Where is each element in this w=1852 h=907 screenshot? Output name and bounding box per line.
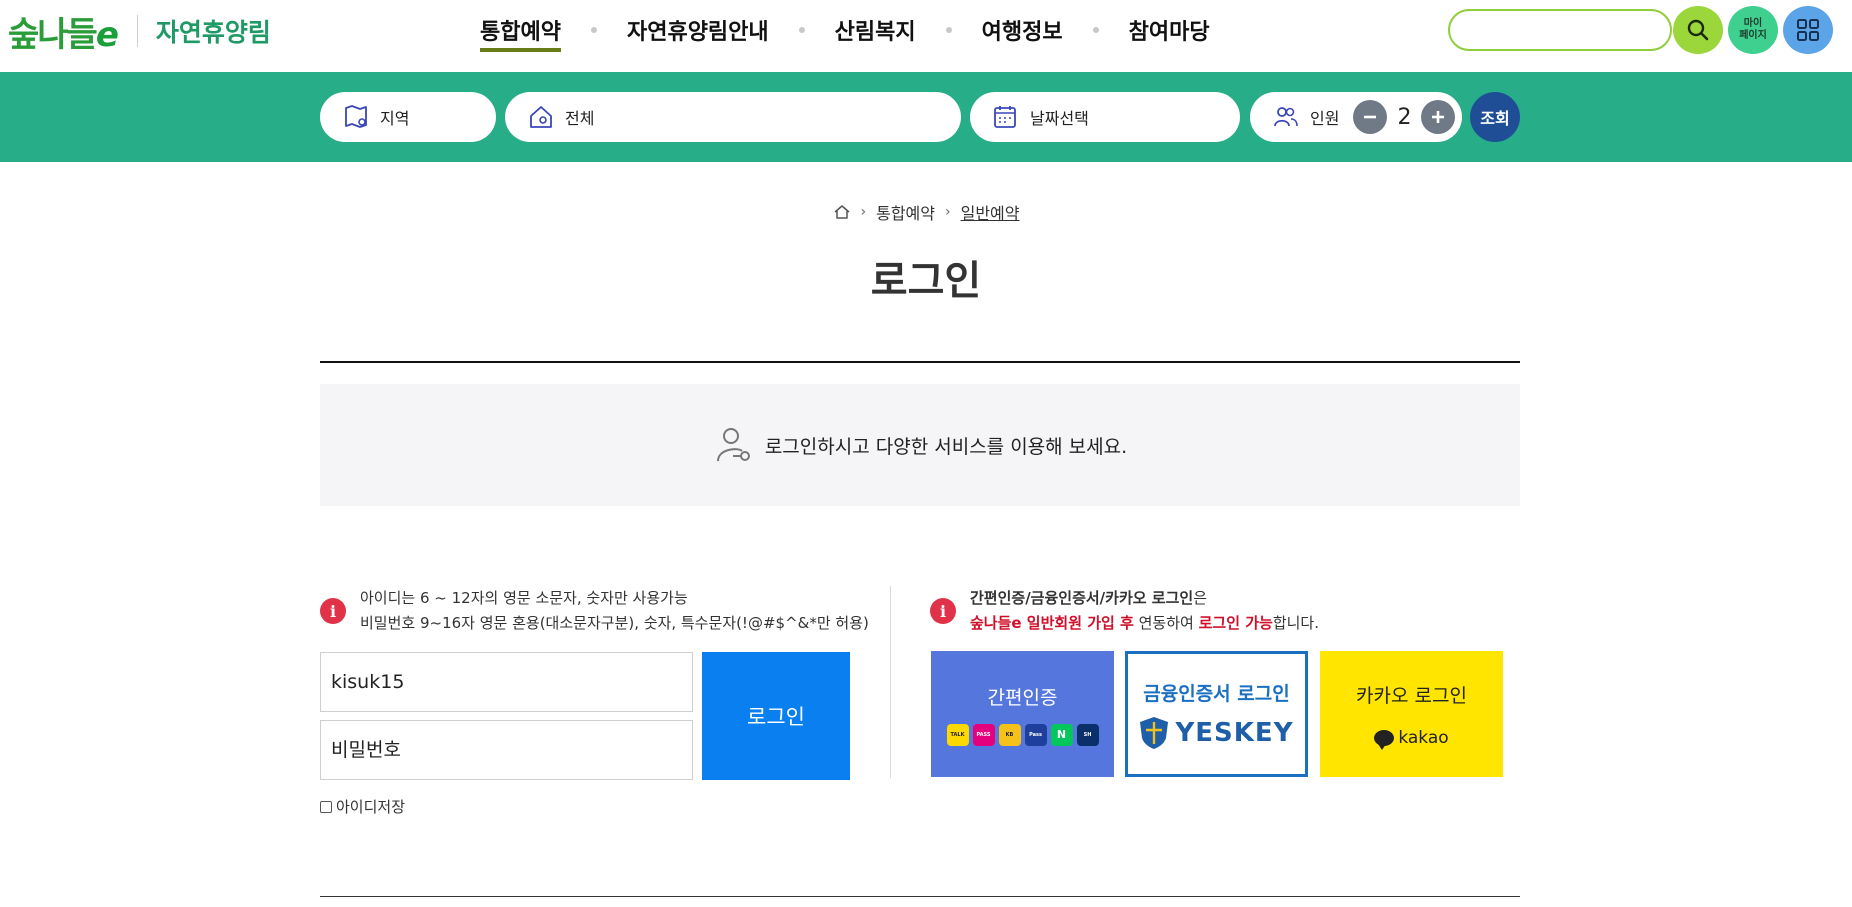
kakao-logo: kakao bbox=[1374, 727, 1449, 750]
map-icon bbox=[342, 103, 370, 131]
breadcrumb-current[interactable]: 일반예약 bbox=[961, 200, 1020, 224]
simple-auth-login-button[interactable]: 간편인증 TALK PASS KB Pass N SH bbox=[931, 651, 1114, 777]
financial-cert-label: 금융인증서 로그인 bbox=[1143, 682, 1290, 705]
info-icon: i bbox=[930, 598, 956, 624]
user-key-icon bbox=[713, 423, 757, 467]
kakao-talk-icon: TALK bbox=[946, 723, 969, 746]
login-rule-info: i 아이디는 6 ~ 12자의 영문 소문자, 숫자만 사용가능 비밀번호 9~… bbox=[320, 586, 869, 636]
site-header: 숲나들e 자연휴양림 통합예약 자연휴양림안내 산림복지 여행정보 참여마당 마… bbox=[0, 0, 1852, 72]
people-selector: 인원 2 bbox=[1250, 92, 1462, 142]
info-icon: i bbox=[320, 598, 346, 624]
search-icon bbox=[1687, 19, 1709, 41]
plus-icon bbox=[1432, 111, 1445, 123]
kakao-word: kakao bbox=[1398, 727, 1449, 748]
nav-item-forest-welfare[interactable]: 산림복지 bbox=[835, 0, 916, 60]
yeskey-word: YESKEY bbox=[1175, 717, 1294, 748]
pass-icon: PASS bbox=[972, 723, 995, 746]
login-rule-line1: 아이디는 6 ~ 12자의 영문 소문자, 숫자만 사용가능 bbox=[360, 589, 688, 607]
alt-login-info: i 간편인증/금융인증서/카카오 로그인은 숲나들e 일반회원 가입 후 연동하… bbox=[930, 586, 1319, 636]
nav-separator-dot bbox=[1092, 27, 1099, 33]
reservation-search-bar: 지역 전체 날짜선택 인원 2 조회 bbox=[0, 72, 1852, 162]
save-id-checkbox[interactable] bbox=[320, 800, 332, 813]
shinhan-icon: SH bbox=[1076, 723, 1099, 746]
header-search-input[interactable] bbox=[1462, 11, 1632, 49]
chevron-right-icon: › bbox=[945, 204, 951, 220]
nav-separator-dot bbox=[945, 27, 952, 33]
date-select[interactable]: 날짜선택 bbox=[970, 92, 1240, 142]
payco-pass-icon: Pass bbox=[1024, 723, 1047, 746]
header-search-button[interactable] bbox=[1673, 6, 1723, 54]
header-search-box bbox=[1448, 9, 1672, 51]
grid-menu-icon bbox=[1797, 19, 1819, 41]
people-count: 2 bbox=[1397, 104, 1412, 130]
chevron-right-icon: › bbox=[860, 204, 867, 220]
nav-separator-dot bbox=[590, 27, 597, 33]
logo-divider bbox=[136, 15, 138, 47]
user-id-input[interactable] bbox=[331, 671, 671, 693]
kakao-login-label: 카카오 로그인 bbox=[1356, 684, 1467, 707]
login-rule-line2: 비밀번호 9~16자 영문 혼용(대소문자구분), 숫자, 특수문자(!@#$^… bbox=[360, 614, 869, 632]
breadcrumb-level1[interactable]: 통합예약 bbox=[876, 200, 935, 224]
query-button[interactable]: 조회 bbox=[1470, 92, 1520, 142]
people-label: 인원 bbox=[1310, 109, 1340, 128]
login-section-divider bbox=[890, 586, 891, 778]
yeskey-shield-icon bbox=[1140, 716, 1169, 749]
calendar-icon bbox=[992, 103, 1020, 131]
facility-label: 전체 bbox=[565, 109, 595, 128]
all-menu-button[interactable] bbox=[1783, 6, 1833, 54]
password-field-wrapper bbox=[320, 720, 693, 780]
decrease-people-button[interactable] bbox=[1353, 100, 1388, 134]
my-page-button[interactable]: 마이 페이지 bbox=[1728, 6, 1778, 54]
logo-mark: 숲나들e bbox=[8, 14, 119, 55]
section-top-divider bbox=[320, 361, 1520, 363]
nav-item-participation[interactable]: 참여마당 bbox=[1129, 0, 1210, 60]
yeskey-logo: YESKEY bbox=[1139, 716, 1293, 750]
section-bottom-divider bbox=[320, 896, 1520, 897]
kb-icon: KB bbox=[998, 723, 1021, 746]
password-input[interactable] bbox=[331, 739, 671, 761]
facility-select[interactable]: 전체 bbox=[505, 92, 961, 142]
login-button[interactable]: 로그인 bbox=[702, 652, 850, 780]
site-logo[interactable]: 숲나들e 자연휴양림 bbox=[8, 6, 271, 56]
page-title: 로그인 bbox=[870, 258, 982, 304]
date-label: 날짜선택 bbox=[1030, 109, 1089, 128]
region-label: 지역 bbox=[380, 109, 410, 128]
increase-people-button[interactable] bbox=[1421, 100, 1456, 134]
login-notice-box: 로그인하시고 다양한 서비스를 이용해 보세요. bbox=[320, 384, 1520, 506]
my-page-label-line1: 마이 bbox=[1743, 18, 1763, 29]
region-select[interactable]: 지역 bbox=[320, 92, 496, 142]
nav-item-integrated-reservation[interactable]: 통합예약 bbox=[480, 0, 561, 60]
nav-separator-dot bbox=[798, 27, 805, 33]
my-page-label-line2: 페이지 bbox=[1739, 30, 1767, 41]
alt-login-info-line1: 간편인증/금융인증서/카카오 로그인은 bbox=[970, 589, 1207, 607]
house-pin-icon bbox=[527, 103, 555, 131]
financial-cert-login-button[interactable]: 금융인증서 로그인 YESKEY bbox=[1125, 651, 1308, 777]
speech-bubble-icon bbox=[1374, 729, 1395, 750]
login-notice-text: 로그인하시고 다양한 서비스를 이용해 보세요. bbox=[764, 435, 1128, 458]
people-icon bbox=[1272, 103, 1300, 131]
nav-item-forest-guide[interactable]: 자연휴양림안내 bbox=[627, 0, 769, 60]
kakao-login-button[interactable]: 카카오 로그인 kakao bbox=[1320, 651, 1503, 777]
save-id-option[interactable]: 아이디저장 bbox=[320, 796, 405, 817]
minus-icon bbox=[1364, 115, 1377, 119]
user-id-field-wrapper bbox=[320, 652, 693, 712]
nav-item-travel-info[interactable]: 여행정보 bbox=[982, 0, 1063, 60]
simple-auth-label: 간편인증 bbox=[987, 686, 1058, 709]
save-id-label: 아이디저장 bbox=[336, 798, 406, 816]
home-icon[interactable] bbox=[833, 203, 851, 221]
naver-icon: N bbox=[1050, 723, 1073, 746]
main-navigation: 통합예약 자연휴양림안내 산림복지 여행정보 참여마당 bbox=[480, 0, 1210, 60]
logo-site-name: 자연휴양림 bbox=[155, 18, 271, 47]
simple-auth-provider-icons: TALK PASS KB Pass N SH bbox=[945, 723, 1101, 746]
alt-login-info-line2: 숲나들e 일반회원 가입 후 연동하여 로그인 가능합니다. bbox=[970, 614, 1319, 632]
breadcrumb: › 통합예약 › 일반예약 bbox=[0, 200, 1852, 224]
